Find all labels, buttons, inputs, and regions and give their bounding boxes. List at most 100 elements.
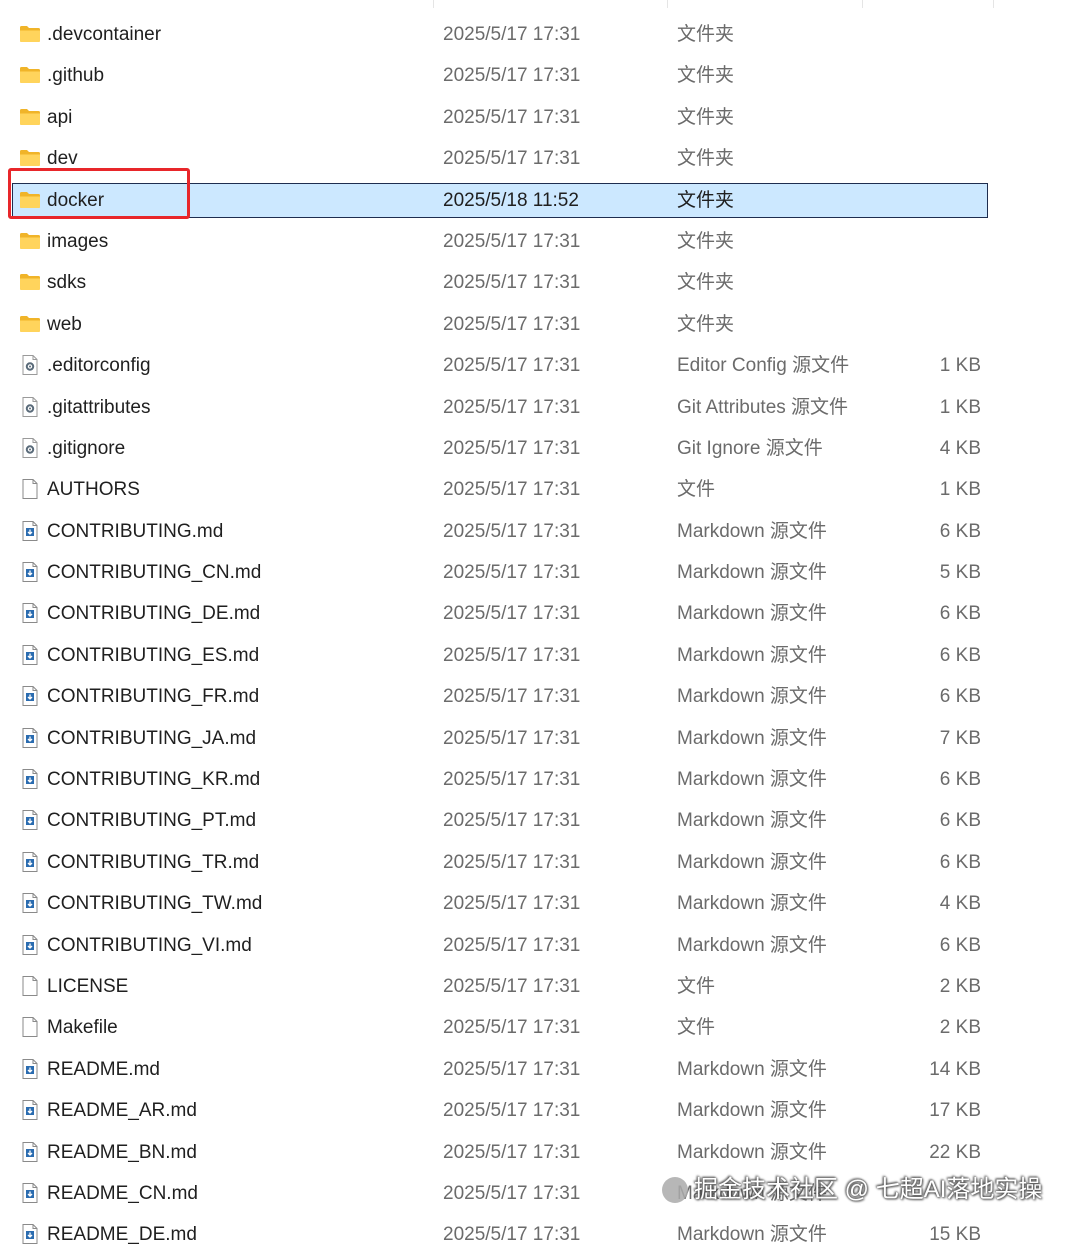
file-type: Editor Config 源文件 (677, 355, 850, 377)
file-date: 2025/5/17 17:31 (443, 479, 581, 501)
file-row[interactable]: .github 2025/5/17 17:31 文件夹 (0, 55, 1080, 96)
file-row[interactable]: CONTRIBUTING_KR.md 2025/5/17 17:31 Markdow… (0, 759, 1080, 800)
file-size: 1 KB (939, 355, 981, 377)
file-type: Git Attributes 源文件 (677, 396, 849, 418)
file-date: 2025/5/17 17:31 (443, 272, 581, 294)
file-type: 文件夹 (677, 272, 735, 294)
file-row[interactable]: README_DE.md 2025/5/17 17:31 Markdown 源文件 1… (0, 1214, 1080, 1255)
markdown-file-icon (19, 603, 41, 624)
file-name: .editorconfig (47, 355, 151, 377)
file-date: 2025/5/17 17:31 (443, 1058, 581, 1080)
file-date: 2025/5/17 17:31 (443, 106, 581, 128)
file-type: 文件夹 (677, 189, 735, 211)
file-row[interactable]: api 2025/5/17 17:31 文件夹 (0, 97, 1080, 138)
file-name: README.md (47, 1058, 160, 1080)
file-name: CONTRIBUTING_PT.md (47, 810, 257, 832)
file-row[interactable]: README_BN.md 2025/5/17 17:31 Markdown 源文件 2… (0, 1132, 1080, 1173)
file-type: Markdown 源文件 (677, 520, 827, 542)
file-name: web (47, 313, 82, 335)
file-size: 15 KB (929, 1224, 981, 1246)
file-row[interactable]: web 2025/5/17 17:31 文件夹 (0, 304, 1080, 345)
file-name: CONTRIBUTING.md (47, 520, 224, 542)
blank-file-icon (19, 479, 41, 500)
column-separator (993, 0, 994, 8)
file-date: 2025/5/17 17:31 (443, 520, 581, 542)
file-name: CONTRIBUTING_TR.md (47, 851, 260, 873)
file-name: CONTRIBUTING_TW.md (47, 893, 263, 915)
file-date: 2025/5/17 17:31 (443, 396, 581, 418)
file-name: CONTRIBUTING_KR.md (47, 769, 261, 791)
file-size: 6 KB (939, 934, 981, 956)
file-date: 2025/5/17 17:31 (443, 1017, 581, 1039)
file-date: 2025/5/17 17:31 (443, 1100, 581, 1122)
wechat-logo-icon (662, 1177, 688, 1203)
file-row[interactable]: .gitignore 2025/5/17 17:31 Git Ignore 源文件 4… (0, 428, 1080, 469)
file-row[interactable]: sdks 2025/5/17 17:31 文件夹 (0, 262, 1080, 303)
file-type: Markdown 源文件 (677, 1141, 827, 1163)
watermark-text: 掘金技术社区 @ 七超AI落地实操 (694, 1176, 1043, 1203)
file-type: Markdown 源文件 (677, 893, 827, 915)
file-name: .github (47, 65, 105, 87)
markdown-file-icon (19, 1100, 41, 1121)
file-row[interactable]: README_AR.md 2025/5/17 17:31 Markdown 源文件 1… (0, 1090, 1080, 1131)
file-type: Markdown 源文件 (677, 727, 827, 749)
file-name: LICENSE (47, 975, 129, 997)
file-type: 文件夹 (677, 148, 735, 170)
markdown-file-icon (19, 769, 41, 790)
file-row[interactable]: CONTRIBUTING_JA.md 2025/5/17 17:31 Markdow… (0, 718, 1080, 759)
markdown-file-icon (19, 686, 41, 707)
file-size: 6 KB (939, 810, 981, 832)
column-separator (667, 0, 668, 8)
file-date: 2025/5/17 17:31 (443, 603, 581, 625)
file-name: api (47, 106, 73, 128)
highlight-annotation-box (8, 168, 190, 219)
file-type: Markdown 源文件 (677, 1058, 827, 1080)
file-row[interactable]: CONTRIBUTING_CN.md 2025/5/17 17:31 Markdow… (0, 552, 1080, 593)
markdown-file-icon (19, 810, 41, 831)
file-date: 2025/5/17 17:31 (443, 562, 581, 584)
file-type: Markdown 源文件 (677, 810, 827, 832)
file-row[interactable]: CONTRIBUTING_TW.md 2025/5/17 17:31 Markdow… (0, 883, 1080, 924)
file-row[interactable]: .devcontainer 2025/5/17 17:31 文件夹 (0, 14, 1080, 55)
file-size: 22 KB (929, 1141, 981, 1163)
file-row[interactable]: CONTRIBUTING_TR.md 2025/5/17 17:31 Markdow… (0, 842, 1080, 883)
file-name: CONTRIBUTING_FR.md (47, 686, 260, 708)
file-type: 文件 (677, 479, 716, 501)
file-row[interactable]: CONTRIBUTING_DE.md 2025/5/17 17:31 Markdow… (0, 593, 1080, 634)
file-row[interactable]: AUTHORS 2025/5/17 17:31 文件 1 KB (0, 469, 1080, 510)
file-row[interactable]: LICENSE 2025/5/17 17:31 文件 2 KB (0, 966, 1080, 1007)
folder-icon (19, 107, 41, 127)
file-row[interactable]: Makefile 2025/5/17 17:31 文件 2 KB (0, 1007, 1080, 1048)
file-row[interactable]: CONTRIBUTING_ES.md 2025/5/17 17:31 Markdow… (0, 635, 1080, 676)
file-row[interactable]: CONTRIBUTING_FR.md 2025/5/17 17:31 Markdow… (0, 676, 1080, 717)
file-size: 4 KB (939, 893, 981, 915)
file-date: 2025/5/17 17:31 (443, 1141, 581, 1163)
file-row[interactable]: .gitattributes 2025/5/17 17:31 Git Attribu… (0, 387, 1080, 428)
file-size: 7 KB (939, 727, 981, 749)
file-name: CONTRIBUTING_VI.md (47, 934, 252, 956)
file-type: Markdown 源文件 (677, 562, 827, 584)
file-row[interactable]: .editorconfig 2025/5/17 17:31 Editor Confi… (0, 345, 1080, 386)
file-size: 2 KB (939, 975, 981, 997)
file-date: 2025/5/17 17:31 (443, 893, 581, 915)
file-size: 1 KB (939, 479, 981, 501)
file-date: 2025/5/17 17:31 (443, 148, 581, 170)
file-row[interactable]: CONTRIBUTING.md 2025/5/17 17:31 Markdown 源… (0, 511, 1080, 552)
file-row[interactable]: images 2025/5/17 17:31 文件夹 (0, 221, 1080, 262)
markdown-file-icon (19, 851, 41, 872)
file-type: 文件夹 (677, 65, 735, 87)
markdown-file-icon (19, 1224, 41, 1245)
file-row[interactable]: CONTRIBUTING_PT.md 2025/5/17 17:31 Markdow… (0, 800, 1080, 841)
file-size: 6 KB (939, 851, 981, 873)
file-row[interactable]: CONTRIBUTING_VI.md 2025/5/17 17:31 Markdow… (0, 925, 1080, 966)
file-row[interactable]: README.md 2025/5/17 17:31 Markdown 源文件 14 K… (0, 1049, 1080, 1090)
folder-icon (19, 272, 41, 292)
config-file-icon (19, 355, 41, 376)
blank-file-icon (19, 975, 41, 996)
file-name: CONTRIBUTING_DE.md (47, 603, 261, 625)
file-date: 2025/5/17 17:31 (443, 313, 581, 335)
file-size: 14 KB (929, 1058, 981, 1080)
file-type: Markdown 源文件 (677, 603, 827, 625)
folder-icon (19, 148, 41, 168)
file-size: 6 KB (939, 644, 981, 666)
